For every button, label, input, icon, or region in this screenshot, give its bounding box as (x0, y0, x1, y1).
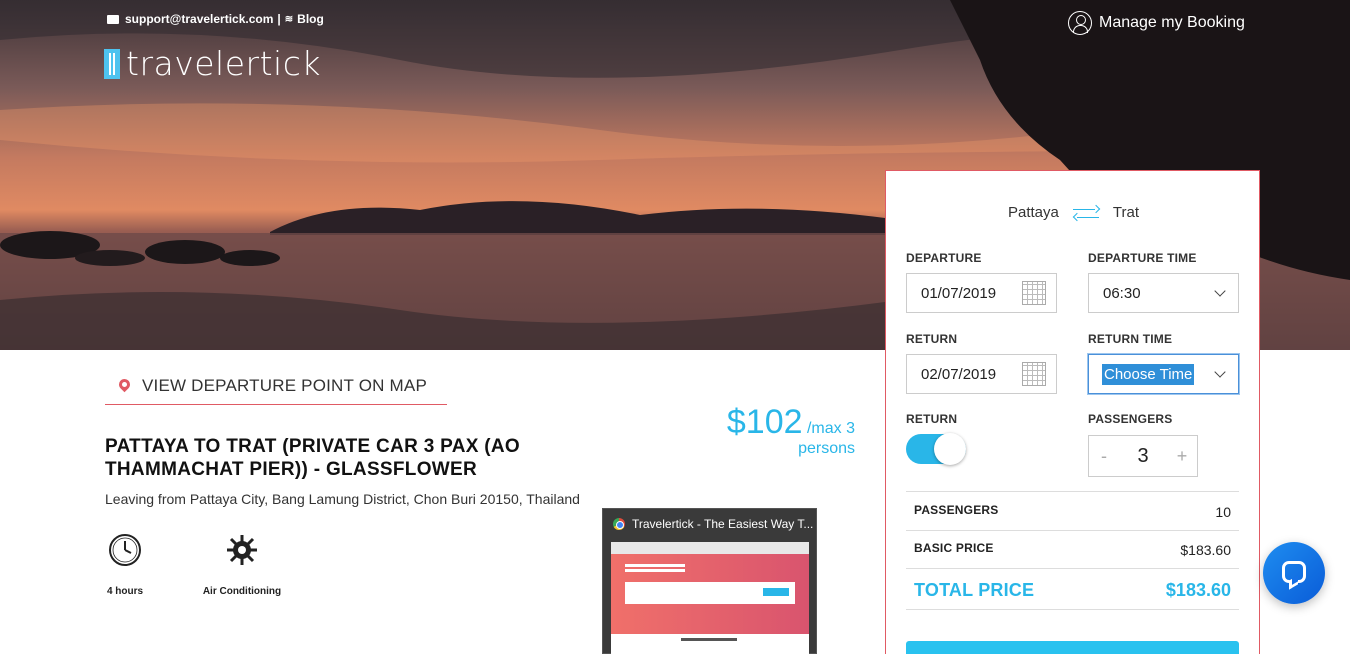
chrome-icon (613, 518, 625, 530)
chat-launcher-button[interactable] (1263, 542, 1325, 604)
chevron-down-icon (1214, 366, 1226, 378)
booking-panel: Pattaya Trat DEPARTURE 01/07/2019 DEPART… (885, 170, 1260, 654)
tab-preview-screenshot (611, 542, 809, 654)
summary-passengers-value: 10 (1215, 504, 1231, 520)
logo-text: travelertick (126, 44, 321, 83)
logo[interactable]: travelertick (104, 44, 321, 83)
manage-booking-link[interactable]: Manage my Booking (1068, 11, 1245, 35)
logo-mark-icon (104, 48, 120, 79)
return-date-input[interactable]: 02/07/2019 (906, 354, 1057, 394)
mail-icon (107, 14, 119, 24)
feature-duration: 4 hours (98, 532, 152, 597)
summary-total-row: TOTAL PRICE $183.60 (906, 568, 1239, 610)
summary-basic-price-row: BASIC PRICE $183.60 (906, 530, 1239, 568)
view-departure-map-link[interactable]: VIEW DEPARTURE POINT ON MAP (105, 368, 447, 405)
return-time-value: Choose Time (1102, 363, 1195, 385)
passengers-stepper: - 3 + (1088, 435, 1198, 477)
decrement-button[interactable]: - (1097, 446, 1111, 467)
manage-booking-label: Manage my Booking (1099, 14, 1245, 31)
user-icon (1068, 11, 1092, 35)
departure-date-input[interactable]: 01/07/2019 (906, 273, 1057, 313)
basic-price-label: BASIC PRICE (914, 541, 994, 555)
return-time-select[interactable]: Choose Time (1088, 354, 1239, 394)
route-header: Pattaya Trat (886, 204, 1261, 221)
swap-route-icon[interactable] (1072, 204, 1101, 221)
price-amount: $102 (726, 403, 803, 441)
feature-air-conditioning: Air Conditioning (198, 532, 286, 597)
passengers-value[interactable]: 3 (1137, 445, 1148, 468)
map-link-label: VIEW DEPARTURE POINT ON MAP (142, 376, 427, 395)
increment-button[interactable]: + (1175, 446, 1189, 467)
toggle-knob (934, 433, 966, 465)
rss-icon: ≋ (284, 13, 294, 25)
route-from: Pattaya (1008, 204, 1059, 221)
trip-title: PATTAYA TO TRAT (PRIVATE CAR 3 PAX (AO T… (105, 436, 521, 480)
total-price-value: $183.60 (1165, 580, 1231, 600)
return-date-value: 02/07/2019 (921, 365, 997, 383)
passengers-label: PASSENGERS (1088, 412, 1173, 426)
calendar-icon (1022, 362, 1046, 386)
price-display: $102 /max 3 persons (690, 405, 855, 457)
return-toggle[interactable] (906, 433, 966, 465)
browser-tab-preview[interactable]: Travelertick - The Easiest Way T... (602, 508, 817, 654)
departure-address: Leaving from Pattaya City, Bang Lamung D… (105, 491, 580, 507)
calendar-icon (1022, 281, 1046, 305)
tab-preview-title: Travelertick - The Easiest Way T... (632, 517, 814, 531)
summary-passengers-label: PASSENGERS (914, 503, 999, 517)
feature-ac-label: Air Conditioning (202, 586, 282, 597)
return-toggle-label: RETURN (906, 412, 958, 426)
feature-duration-label: 4 hours (106, 586, 144, 597)
tab-preview-header: Travelertick - The Easiest Way T... (603, 509, 816, 539)
return-date-label: RETURN (906, 332, 958, 346)
departure-date-label: DEPARTURE (906, 251, 982, 265)
departure-date-value: 01/07/2019 (921, 284, 997, 302)
departure-time-value: 06:30 (1103, 284, 1141, 302)
basic-price-value: $183.60 (1180, 542, 1231, 558)
map-pin-icon (116, 376, 133, 393)
chat-bubble-icon (1282, 561, 1306, 583)
contact-bar: support@travelertick.com | ≋ Blog (107, 12, 324, 26)
book-now-button[interactable] (906, 641, 1239, 654)
route-to: Trat (1112, 204, 1139, 221)
departure-time-select[interactable]: 06:30 (1088, 273, 1239, 313)
clock-icon (109, 534, 141, 566)
chevron-down-icon (1214, 285, 1226, 297)
support-email-link[interactable]: support@travelertick.com (125, 12, 273, 26)
price-unit-persons: persons (798, 440, 855, 457)
price-unit: /max 3 (806, 420, 855, 437)
snowflake-icon (227, 535, 257, 565)
departure-time-label: DEPARTURE TIME (1088, 251, 1197, 265)
total-price-label: TOTAL PRICE (914, 580, 1035, 600)
return-time-label: RETURN TIME (1088, 332, 1173, 346)
summary-passengers-row: PASSENGERS 10 (906, 491, 1239, 529)
separator: | (277, 12, 281, 26)
blog-link[interactable]: Blog (297, 12, 324, 26)
